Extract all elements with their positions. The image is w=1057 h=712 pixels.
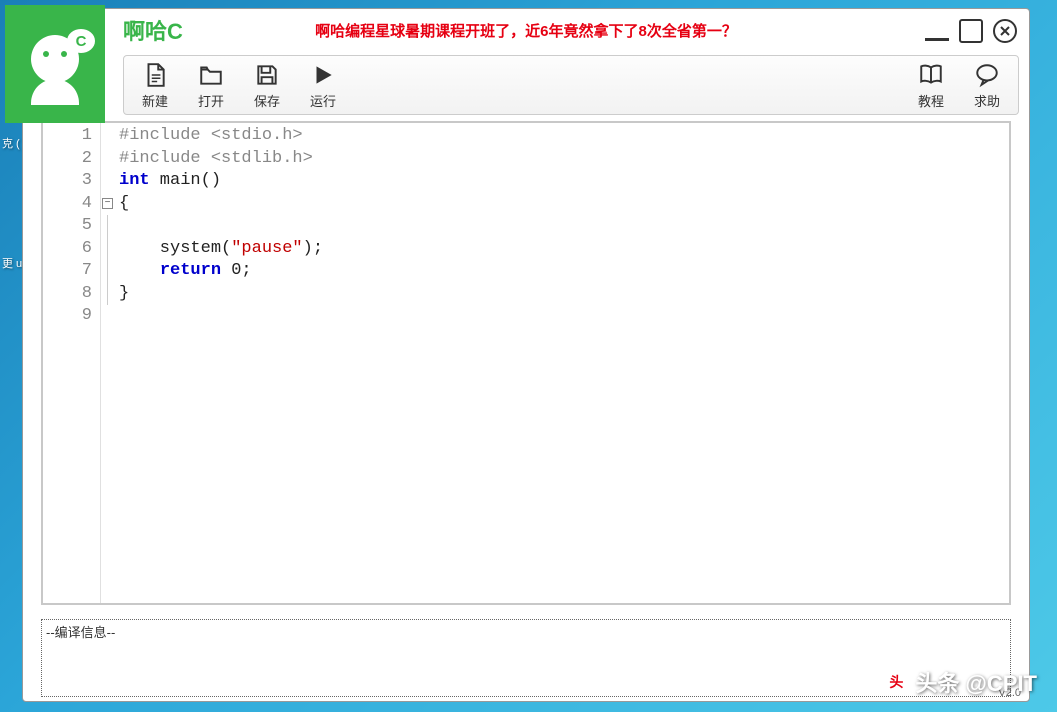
code-editor[interactable]: 123456789 − #include <stdio.h>#include <… xyxy=(41,121,1011,605)
app-logo: C xyxy=(5,5,105,123)
line-number: 4 xyxy=(43,193,100,216)
line-number: 8 xyxy=(43,283,100,306)
code-line[interactable]: int main() xyxy=(119,170,1009,193)
line-number: 6 xyxy=(43,238,100,261)
open-button[interactable]: 打开 xyxy=(190,61,232,110)
save-icon xyxy=(253,61,281,89)
toolbar: 新建 打开 保存 运行 教程 xyxy=(123,55,1019,115)
line-number-gutter: 123456789 xyxy=(43,123,101,603)
help-button[interactable]: 求助 xyxy=(966,61,1008,110)
code-line[interactable] xyxy=(119,305,1009,328)
window-controls xyxy=(925,19,1017,43)
compile-output-title: --编译信息-- xyxy=(46,625,115,640)
tutorial-button[interactable]: 教程 xyxy=(910,61,952,110)
code-line[interactable] xyxy=(119,215,1009,238)
watermark-text: 头条 @CPIT xyxy=(915,666,1037,698)
code-line[interactable]: #include <stdlib.h> xyxy=(119,148,1009,171)
titlebar: C 啊哈C 啊哈编程星球暑期课程开班了，近6年竟然拿下了8次全省第一？ xyxy=(23,9,1029,51)
watermark: 头 头条 @CPIT xyxy=(883,666,1037,698)
fold-column: − xyxy=(101,123,115,603)
desktop-frag: 更 u xyxy=(2,255,22,271)
new-file-icon xyxy=(141,61,169,89)
code-line[interactable]: #include <stdio.h> xyxy=(119,125,1009,148)
watermark-logo-icon: 头 xyxy=(883,669,909,695)
desktop-frag: 克 ( xyxy=(2,135,20,151)
line-number: 9 xyxy=(43,305,100,328)
folder-open-icon xyxy=(197,61,225,89)
code-line[interactable]: } xyxy=(119,283,1009,306)
run-button[interactable]: 运行 xyxy=(302,61,344,110)
code-line[interactable]: return 0; xyxy=(119,260,1009,283)
compile-output-panel[interactable]: --编译信息-- xyxy=(41,619,1011,697)
line-number: 1 xyxy=(43,125,100,148)
new-button[interactable]: 新建 xyxy=(134,61,176,110)
save-button[interactable]: 保存 xyxy=(246,61,288,110)
code-line[interactable]: system("pause"); xyxy=(119,238,1009,261)
fold-toggle-icon[interactable]: − xyxy=(102,198,113,209)
line-number: 7 xyxy=(43,260,100,283)
code-line[interactable]: { xyxy=(119,193,1009,216)
book-icon xyxy=(917,61,945,89)
app-window: C 啊哈C 啊哈编程星球暑期课程开班了，近6年竟然拿下了8次全省第一？ 新建 打… xyxy=(22,8,1030,702)
code-area[interactable]: #include <stdio.h>#include <stdlib.h>int… xyxy=(115,123,1009,603)
promo-banner[interactable]: 啊哈编程星球暑期课程开班了，近6年竟然拿下了8次全省第一？ xyxy=(315,20,737,41)
chat-bubble-icon xyxy=(973,61,1001,89)
line-number: 5 xyxy=(43,215,100,238)
minimize-button[interactable] xyxy=(925,27,949,41)
app-title: 啊哈C xyxy=(123,14,183,46)
logo-letter: C xyxy=(67,29,95,53)
line-number: 2 xyxy=(43,148,100,171)
play-icon xyxy=(309,61,337,89)
maximize-button[interactable] xyxy=(959,19,983,43)
close-button[interactable] xyxy=(993,19,1017,43)
line-number: 3 xyxy=(43,170,100,193)
